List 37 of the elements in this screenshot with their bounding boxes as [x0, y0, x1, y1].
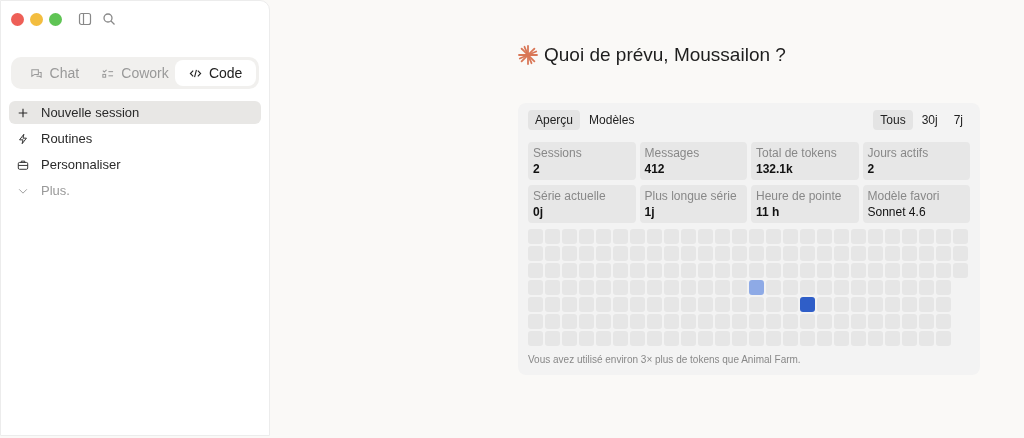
stat-value: Sonnet 4.6: [867, 205, 927, 219]
stat-label: Messages: [644, 146, 701, 160]
stat-label: Jours actifs: [867, 146, 930, 160]
stats-tab[interactable]: Aperçu: [528, 110, 581, 130]
stat-value: 2: [533, 162, 541, 176]
lightning-icon: [17, 132, 29, 145]
minimize-button[interactable]: [30, 12, 43, 26]
sidebar-toggle-icon[interactable]: [78, 12, 92, 26]
stats-tab[interactable]: Modèles: [582, 110, 642, 130]
stat-value: 11 h: [756, 205, 781, 219]
speech-bubbles-icon: [29, 66, 43, 80]
sparkle-icon: [518, 45, 538, 65]
greeting-heading: Quoi de prévu, Moussailon ?: [544, 44, 786, 66]
usage-note: Vous avez utilisé environ 3× plus de tokens que Animal Farm.: [528, 354, 802, 365]
stat-label: Modèle favori: [867, 189, 941, 203]
sidebar-item[interactable]: Nouvelle session: [9, 101, 261, 124]
sidebar-item[interactable]: Personnaliser: [9, 153, 261, 176]
stat-value: 1j: [644, 205, 656, 219]
stat-label: Plus longue série: [644, 189, 738, 203]
stat-value: 2: [867, 162, 876, 176]
sidebar-item[interactable]: Routines: [9, 127, 261, 150]
stat-value: 0j: [533, 205, 544, 219]
search-icon[interactable]: [102, 12, 116, 26]
mode-tab[interactable]: Code: [175, 60, 256, 86]
maximize-button[interactable]: [49, 12, 62, 26]
briefcase-icon: [17, 158, 29, 171]
range-tab[interactable]: 7j: [946, 110, 970, 130]
stat-label: Heure de pointe: [756, 189, 843, 203]
stat-label: Total de tokens: [756, 146, 838, 160]
close-button[interactable]: [11, 12, 24, 26]
stat-label: Série actuelle: [533, 189, 607, 203]
range-tab[interactable]: Tous: [873, 110, 913, 130]
range-tab[interactable]: 30j: [914, 110, 945, 130]
stat-label: Sessions: [533, 146, 583, 160]
stat-value: 132.1k: [756, 162, 794, 176]
stat-value: 412: [644, 162, 666, 176]
plus-icon: [17, 106, 29, 119]
